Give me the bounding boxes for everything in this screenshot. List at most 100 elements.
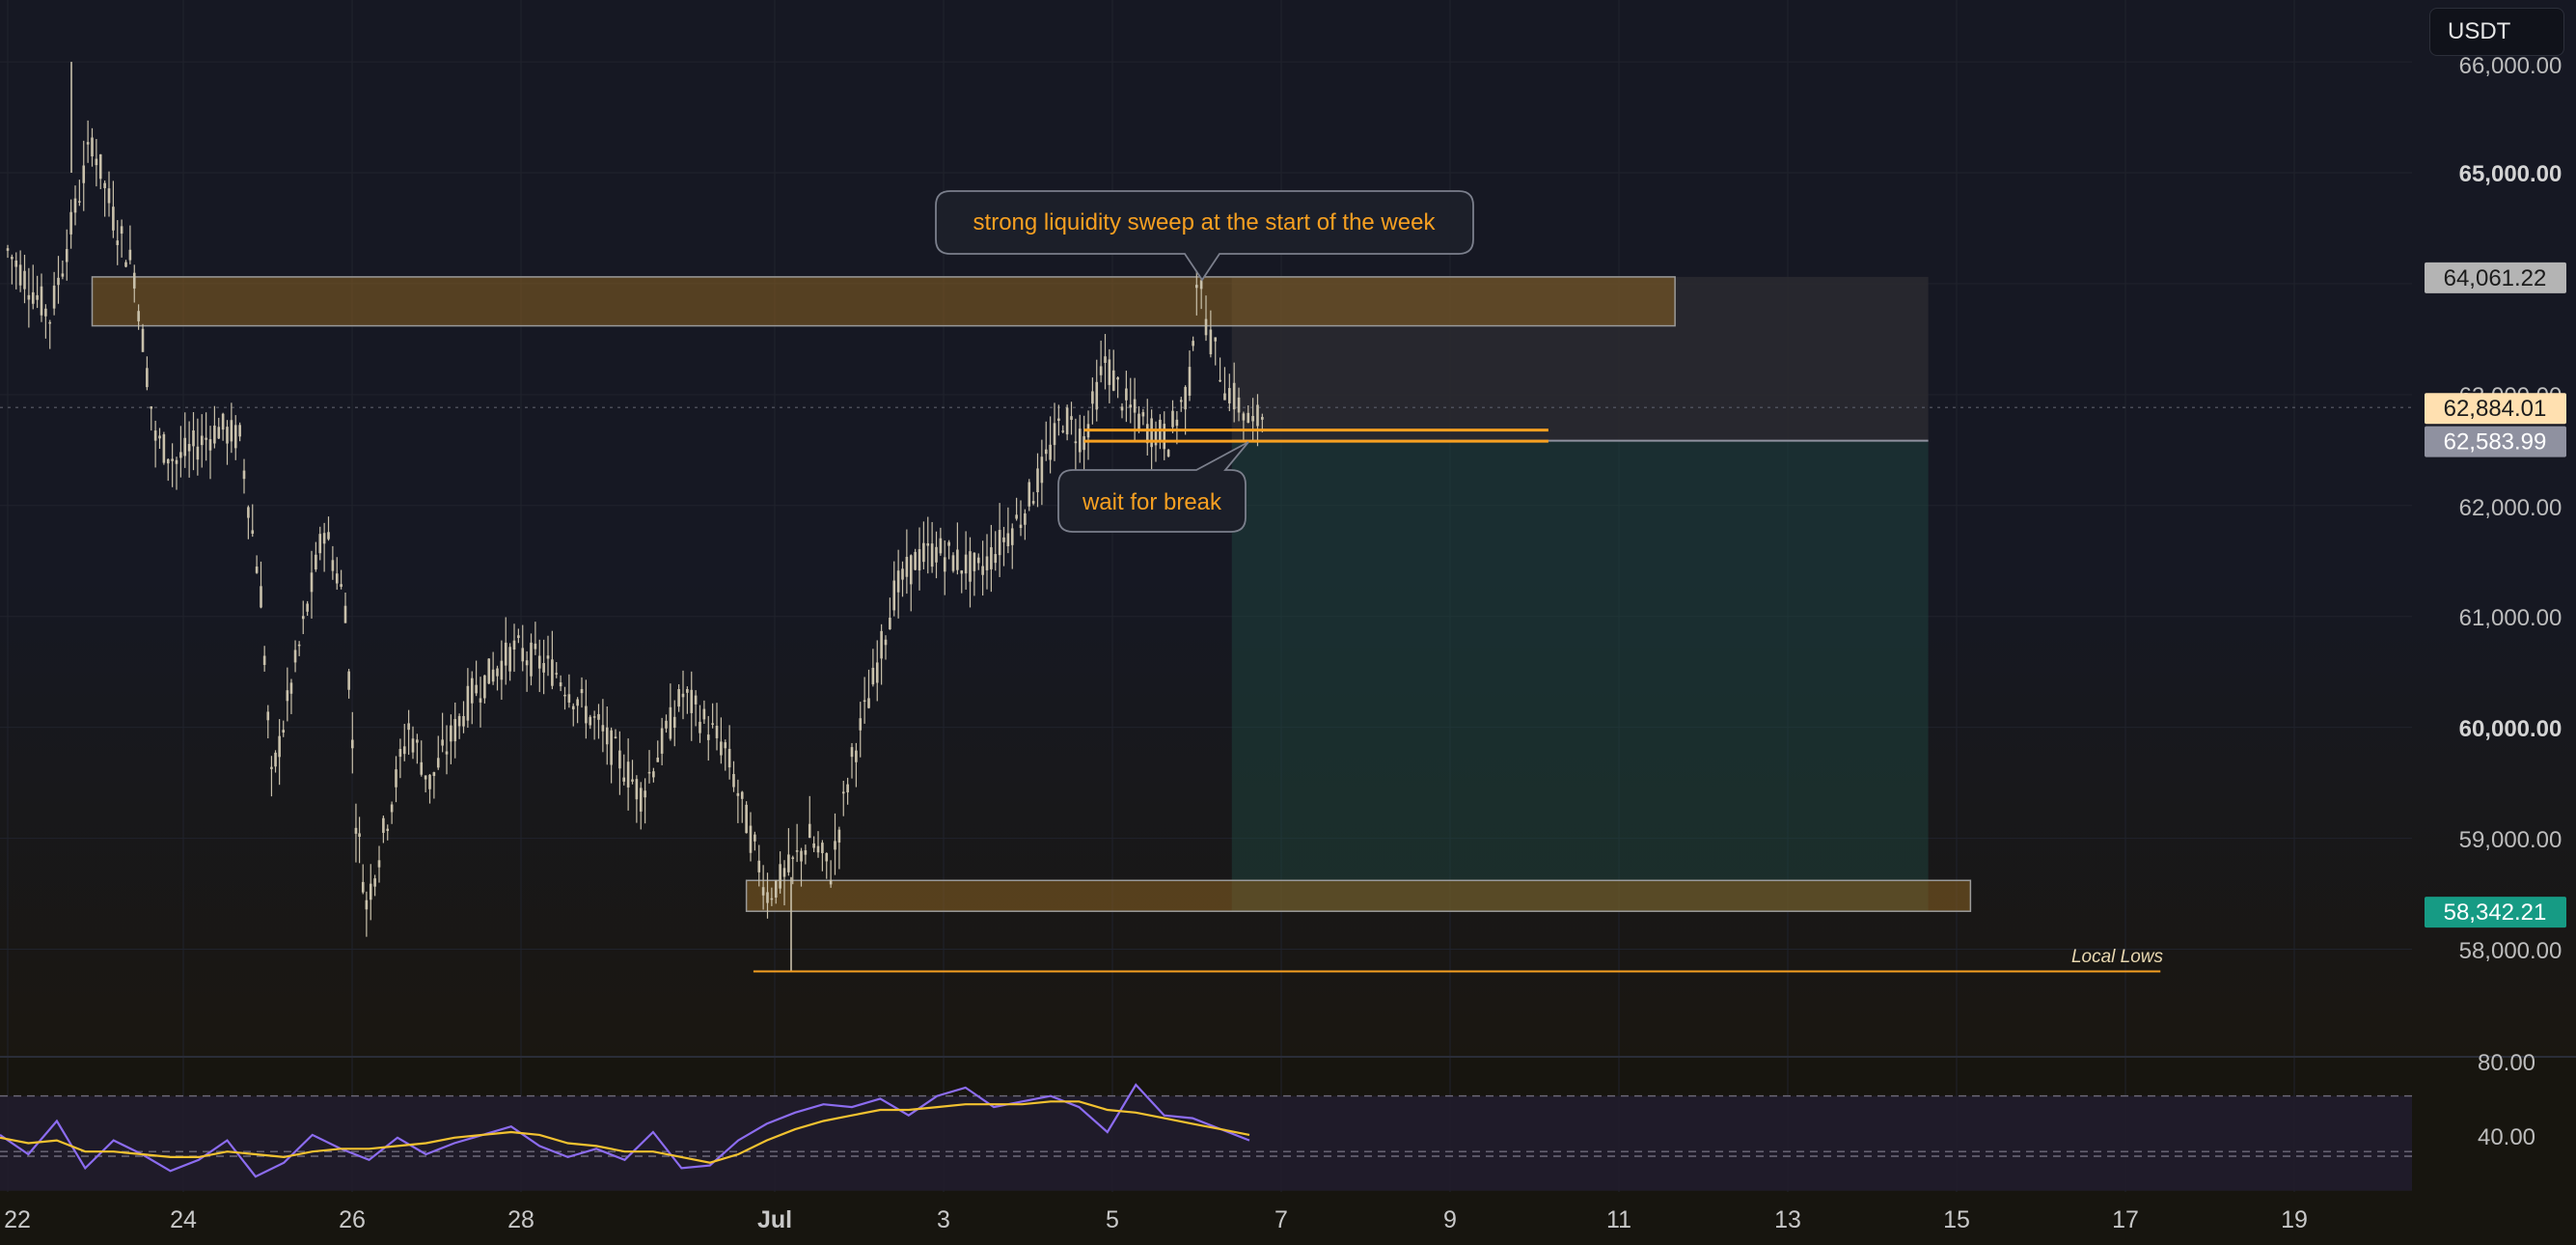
candle-body xyxy=(1175,419,1179,427)
y-tick-label: 60,000.00 xyxy=(2459,716,2562,742)
candle-body xyxy=(242,470,246,480)
candle-body xyxy=(555,673,559,675)
candle-body xyxy=(1141,412,1145,417)
candle-body xyxy=(120,226,123,235)
candle-body xyxy=(1053,423,1056,446)
candle-body xyxy=(61,273,65,277)
candle-body xyxy=(534,643,537,650)
candle-body xyxy=(884,639,888,646)
candle-body xyxy=(589,716,592,726)
currency-button[interactable]: USDT xyxy=(2429,8,2564,56)
candle-body xyxy=(896,570,900,593)
candle-body xyxy=(639,788,643,812)
candle-body xyxy=(605,727,609,745)
x-tick-label: 9 xyxy=(1443,1206,1457,1233)
candle-body xyxy=(580,688,584,694)
candle-body xyxy=(18,264,22,286)
candle-body xyxy=(462,715,465,727)
candle-body xyxy=(322,533,326,544)
candle-body xyxy=(964,554,968,574)
candle-body xyxy=(48,321,52,324)
y-tick-label: 58,000.00 xyxy=(2459,938,2562,964)
candle-body xyxy=(521,648,525,662)
x-tick-label: 5 xyxy=(1106,1206,1119,1233)
candle-body xyxy=(496,668,499,677)
candle-body xyxy=(1006,533,1010,546)
candle-body xyxy=(1099,366,1103,375)
candle-body xyxy=(11,257,14,260)
candle-body xyxy=(166,458,170,464)
candle-body xyxy=(233,425,237,449)
y-tick-label: 62,000.00 xyxy=(2459,495,2562,521)
candle-body xyxy=(1074,441,1078,444)
x-tick-label: 13 xyxy=(1774,1206,1801,1233)
candle-body xyxy=(95,158,98,166)
candle-body xyxy=(1104,356,1107,363)
candle-body xyxy=(65,249,69,263)
candle-body xyxy=(262,655,266,665)
candle-body xyxy=(297,644,301,647)
candle-body xyxy=(1133,399,1137,413)
candle-body xyxy=(1150,418,1153,448)
candle-body xyxy=(559,682,562,687)
candle-body xyxy=(1247,412,1250,424)
candle-body xyxy=(354,827,358,834)
candle-body xyxy=(711,723,714,725)
candle-body xyxy=(1036,468,1039,493)
candle-body xyxy=(132,272,136,289)
candle-body xyxy=(837,829,841,844)
candle-body xyxy=(150,406,153,409)
candle-body xyxy=(846,784,849,793)
candle-body xyxy=(128,249,132,261)
supply-zone[interactable] xyxy=(91,276,1676,327)
candle-body xyxy=(1024,512,1027,525)
candle-body xyxy=(358,833,361,838)
rsi-tick-label: 80.00 xyxy=(2478,1050,2535,1076)
candle-body xyxy=(479,698,482,703)
candle-body xyxy=(420,761,424,775)
candle-body xyxy=(699,721,701,733)
candle-body xyxy=(821,843,824,853)
candle-body xyxy=(1171,410,1174,428)
candle-body xyxy=(141,328,145,352)
candle-body xyxy=(969,551,972,582)
candle-body xyxy=(457,715,461,727)
candle-body xyxy=(450,725,452,742)
candle-body xyxy=(124,262,127,267)
candle-body xyxy=(402,746,406,755)
candle-body xyxy=(398,749,402,758)
candle-body xyxy=(179,452,182,458)
demand-zone[interactable] xyxy=(745,879,1972,912)
candle-body xyxy=(652,771,655,778)
candle-body xyxy=(1049,444,1052,460)
candle-body xyxy=(1188,367,1192,397)
candle-body xyxy=(436,758,440,768)
candle-body xyxy=(260,586,262,608)
candle-body xyxy=(918,549,921,571)
candle-body xyxy=(922,542,925,563)
candle-body xyxy=(1163,424,1166,450)
candle-body xyxy=(592,716,596,718)
price-chart[interactable]: strong liquidity sweep at the start of t… xyxy=(0,0,2576,1245)
candle-body xyxy=(973,552,976,571)
candle-body xyxy=(508,647,511,672)
candle-body xyxy=(162,434,166,463)
candle-body xyxy=(86,142,90,145)
candle-body xyxy=(990,547,993,569)
candle-body xyxy=(749,825,753,853)
candle-body xyxy=(754,834,756,842)
candle-body xyxy=(892,580,896,611)
candle-body xyxy=(183,437,187,456)
candle-body xyxy=(382,817,385,833)
candle-body xyxy=(867,698,870,708)
candle-body xyxy=(432,772,436,777)
rsi-tick-label: 40.00 xyxy=(2478,1124,2535,1150)
candle-body xyxy=(804,849,808,855)
candle-body xyxy=(192,430,195,447)
candle-body xyxy=(724,742,727,749)
candle-body xyxy=(800,850,803,862)
candle-body xyxy=(618,750,621,769)
candle-body xyxy=(914,551,917,570)
candle-body xyxy=(647,771,651,774)
candle-body xyxy=(247,507,250,518)
